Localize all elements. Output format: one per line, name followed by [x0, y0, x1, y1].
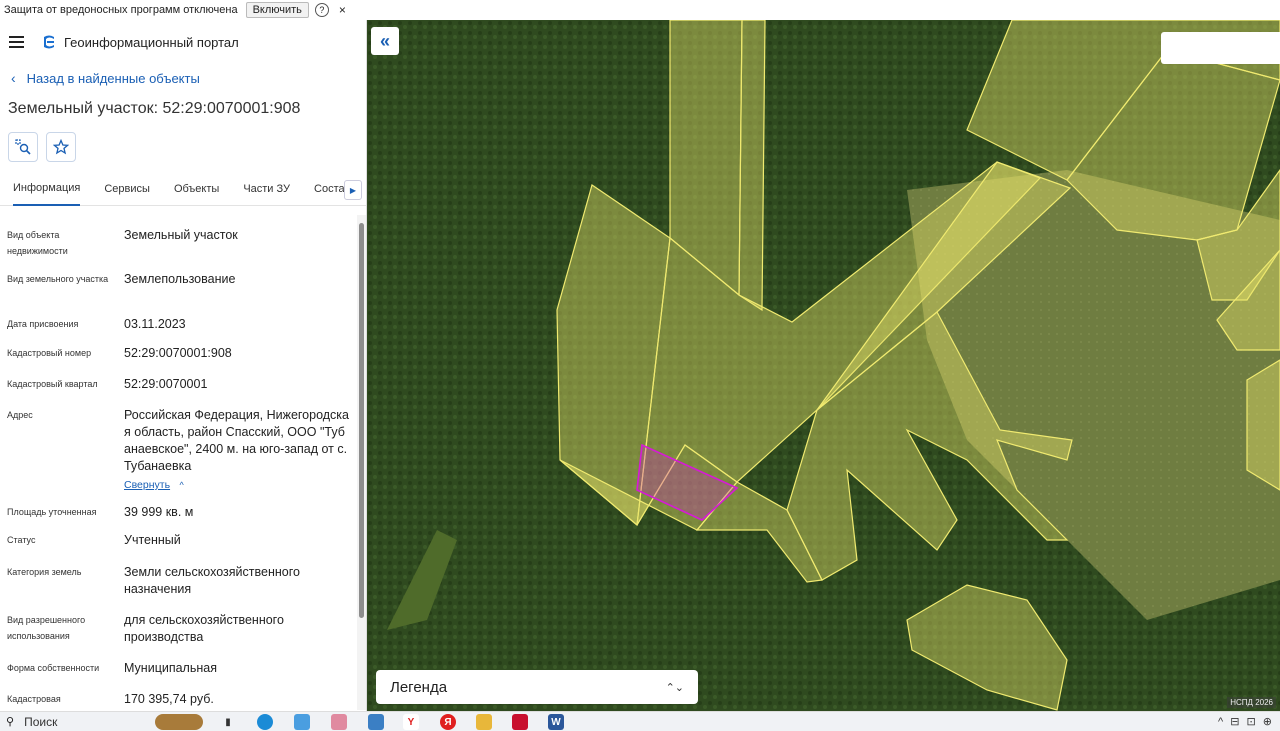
map-copyright: НСПД 2026 — [1227, 697, 1276, 708]
legend-label: Легенда — [390, 678, 448, 696]
address-text: Российская Федерация, Нижегородская обла… — [124, 408, 350, 473]
widgets-icon[interactable] — [155, 714, 203, 730]
antivirus-warning-bar: Защита от вредоносных программ отключена… — [0, 0, 1280, 20]
search-icon[interactable]: ⚲ — [6, 715, 14, 728]
property-value: 03.11.2023 — [124, 317, 186, 331]
acrobat-icon[interactable] — [512, 714, 528, 730]
property-label: Вид разрешенного использования — [7, 615, 86, 641]
property-label: Кадастровый квартал — [7, 379, 98, 389]
property-value: Земли сельскохозяйственного назначения — [124, 565, 300, 596]
yandex-browser-icon[interactable]: Я — [440, 714, 456, 730]
back-link[interactable]: ‹ Назад в найденные объекты — [0, 70, 366, 86]
parcel[interactable] — [1246, 359, 1280, 491]
property-label: Вид объекта недвижимости — [7, 230, 68, 256]
property-label: Дата присвоения — [7, 319, 79, 329]
calculator-icon[interactable] — [368, 714, 384, 730]
property-label: Кадастровая — [7, 694, 61, 704]
chevron-left-icon: ‹ — [11, 70, 16, 86]
portal-logo-icon — [44, 35, 54, 49]
property-value: Учтенный — [124, 533, 181, 547]
map-search-input[interactable] — [1161, 32, 1280, 64]
favorite-button[interactable] — [46, 132, 76, 162]
satellite-map[interactable] — [367, 20, 1280, 711]
tab-objects[interactable]: Объекты — [174, 172, 219, 206]
edge-icon[interactable] — [257, 714, 273, 730]
tab-parts[interactable]: Части ЗУ — [243, 172, 290, 206]
action-icons — [0, 132, 366, 162]
map-search-icon — [15, 139, 31, 155]
panel-scrollbar[interactable] — [357, 215, 366, 710]
star-icon — [53, 139, 69, 155]
tab-info[interactable]: Информация — [13, 172, 81, 206]
app-name: Геоинформационный портал — [64, 34, 239, 50]
info-panel: Геоинформационный портал ‹ Назад в найде… — [0, 20, 367, 711]
map-view[interactable]: « Легенда ⌃⌄ НСПД 2026 — [367, 20, 1280, 711]
collapse-panel-icon[interactable]: « — [371, 27, 399, 55]
property-label: Форма собственности — [7, 663, 100, 673]
property-label: Кадастровый номер — [7, 348, 92, 358]
word-icon[interactable]: W — [548, 714, 564, 730]
close-icon[interactable]: × — [339, 3, 346, 17]
property-label: Адрес — [7, 410, 33, 420]
page-title: Земельный участок: 52:29:0070001:908 — [8, 100, 301, 117]
warning-text: Защита от вредоносных программ отключена — [4, 4, 238, 16]
property-label: Площадь уточненная — [7, 507, 97, 517]
app-header: Геоинформационный портал — [0, 20, 366, 64]
task-view-icon[interactable]: ▮ — [220, 714, 236, 730]
menu-icon[interactable] — [9, 36, 24, 48]
property-value: 52:29:0070001 — [124, 377, 208, 391]
property-value: Российская Федерация, Нижегородская обла… — [124, 407, 349, 494]
zoom-to-object-button[interactable] — [8, 132, 38, 162]
folder-icon[interactable] — [476, 714, 492, 730]
property-label: Вид земельного участка — [7, 274, 109, 284]
chevron-up-icon: ^ — [179, 480, 184, 490]
windows-taskbar: ⚲ Поиск ▮ Y Я W ^ ⊟ ⊡ ⊕ — [0, 711, 1280, 731]
taskbar-search[interactable]: Поиск — [24, 715, 57, 729]
parcel[interactable] — [738, 20, 766, 312]
property-value: Землепользование — [124, 272, 236, 286]
app-icon[interactable] — [294, 714, 310, 730]
property-value: для сельскохозяйственного производства — [124, 613, 284, 644]
tab-bar: Информация Сервисы Объекты Части ЗУ Сост… — [0, 172, 366, 206]
legend-select[interactable]: Легенда ⌃⌄ — [376, 670, 698, 704]
chevron-updown-icon: ⌃⌄ — [665, 681, 684, 694]
property-value: Земельный участок — [124, 228, 238, 242]
collapse-link[interactable]: Свернуть ^ — [124, 476, 349, 494]
scrollbar-thumb[interactable] — [359, 223, 364, 618]
app-icon[interactable] — [331, 714, 347, 730]
yandex-icon[interactable]: Y — [403, 714, 419, 730]
back-link-label: Назад в найденные объекты — [26, 70, 200, 86]
collapse-link-label: Свернуть — [124, 479, 171, 491]
property-value: 52:29:0070001:908 — [124, 346, 232, 360]
property-label: Категория земель — [7, 567, 82, 577]
system-tray[interactable]: ^ ⊟ ⊡ ⊕ — [1218, 715, 1274, 728]
tabs-scroll-right-icon[interactable]: ▶ — [344, 180, 362, 200]
tab-services[interactable]: Сервисы — [104, 172, 150, 206]
property-value: Муниципальная — [124, 661, 217, 675]
property-value: 170 395,74 руб. — [124, 692, 214, 706]
property-label: Статус — [7, 535, 36, 545]
help-icon[interactable]: ? — [314, 3, 329, 17]
enable-protection-button[interactable]: Включить — [245, 2, 309, 18]
property-value: 39 999 кв. м — [124, 505, 194, 519]
